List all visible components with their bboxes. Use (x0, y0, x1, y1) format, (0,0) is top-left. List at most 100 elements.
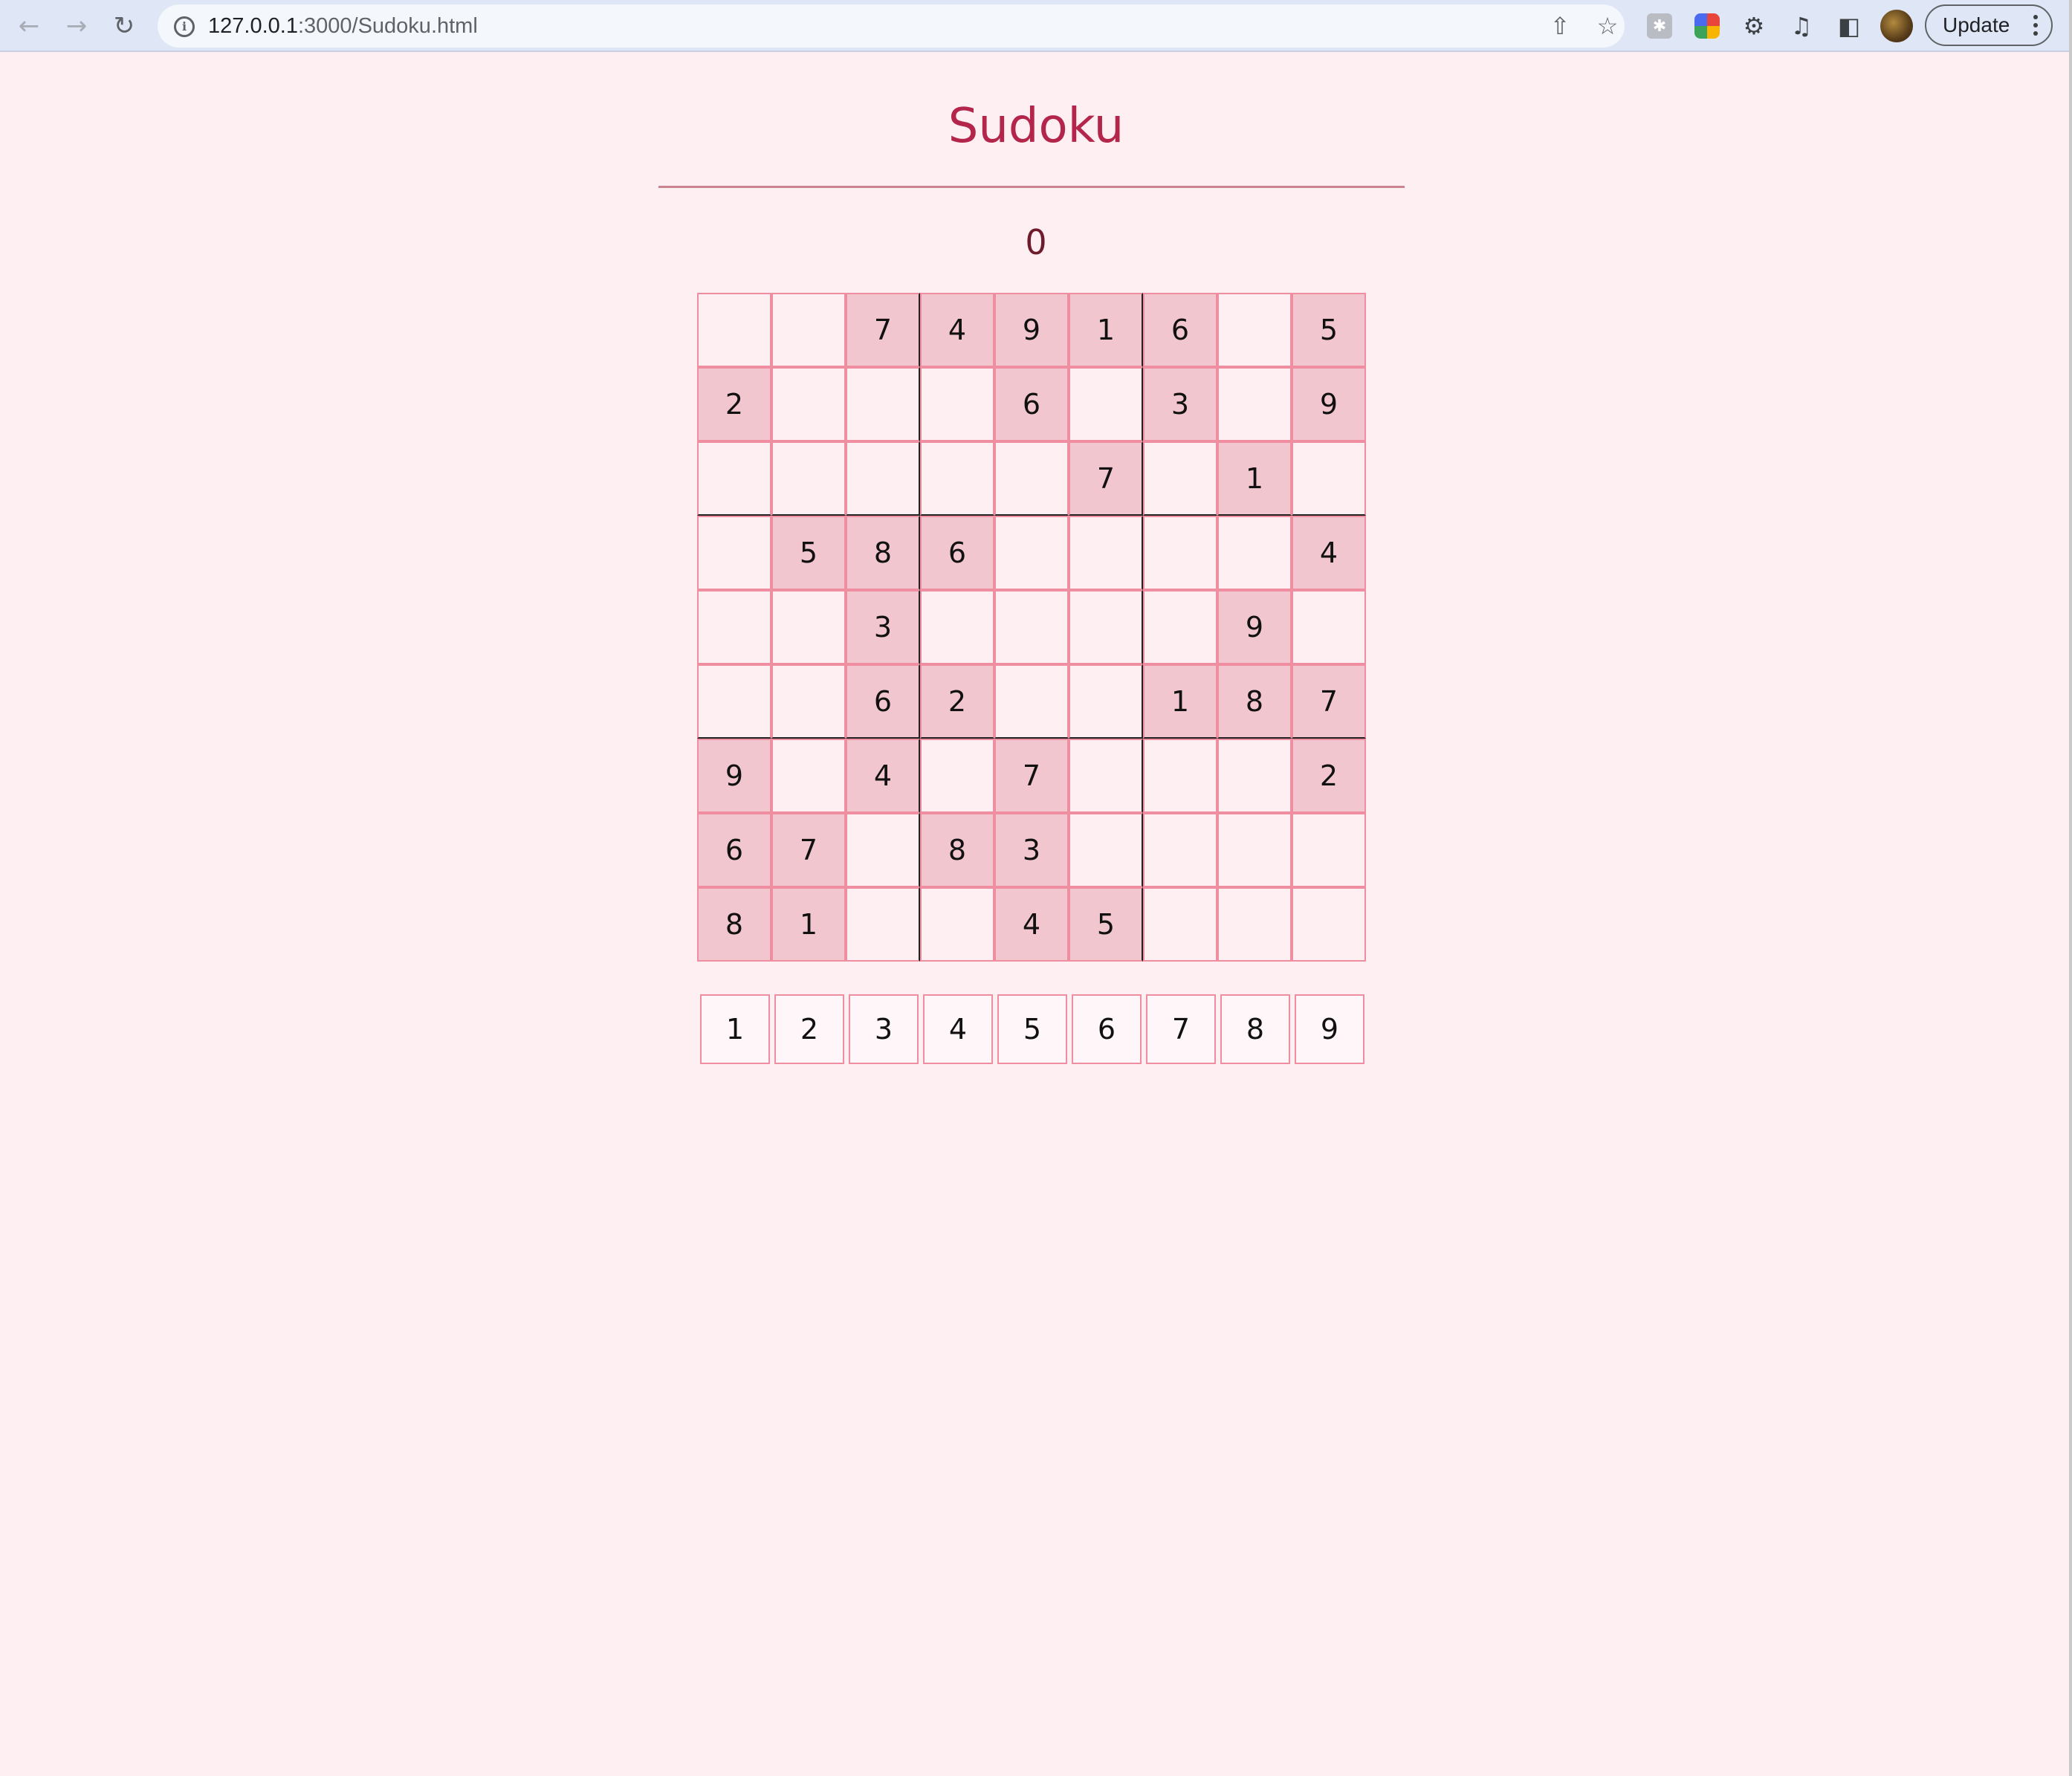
board-cell[interactable]: 9 (1217, 590, 1292, 664)
digit-button[interactable]: 5 (997, 994, 1067, 1064)
board-cell[interactable] (1143, 887, 1217, 962)
board-cell[interactable]: 9 (697, 739, 771, 813)
board-cell[interactable] (1217, 293, 1292, 367)
board-cell[interactable]: 1 (1143, 664, 1217, 739)
board-cell[interactable] (771, 441, 846, 516)
board-cell[interactable] (1069, 664, 1143, 739)
board-cell[interactable]: 8 (846, 516, 920, 590)
board-cell[interactable] (1217, 887, 1292, 962)
board-cell[interactable] (1069, 590, 1143, 664)
share-icon[interactable]: ⇧ (1544, 10, 1576, 42)
board-cell[interactable] (846, 887, 920, 962)
board-cell[interactable] (994, 664, 1069, 739)
board-cell[interactable] (846, 441, 920, 516)
reload-icon[interactable]: ↻ (107, 9, 141, 43)
board-cell[interactable] (697, 293, 771, 367)
board-cell[interactable]: 7 (994, 739, 1069, 813)
board-cell[interactable] (1143, 590, 1217, 664)
digit-button[interactable]: 3 (849, 994, 919, 1064)
board-cell[interactable]: 8 (697, 887, 771, 962)
board-cell[interactable]: 7 (846, 293, 920, 367)
board-cell[interactable]: 6 (994, 367, 1069, 441)
media-icon[interactable]: ♫ (1785, 10, 1818, 42)
digit-button[interactable]: 6 (1072, 994, 1142, 1064)
board-cell[interactable] (771, 739, 846, 813)
board-cell[interactable] (1069, 739, 1143, 813)
board-cell[interactable] (994, 590, 1069, 664)
board-cell[interactable]: 6 (1143, 293, 1217, 367)
board-cell[interactable]: 8 (1217, 664, 1292, 739)
board-cell[interactable] (920, 441, 994, 516)
address-bar[interactable]: i 127.0.0.1:3000/Sudoku.html ⇧ ☆ (158, 4, 1625, 48)
board-cell[interactable] (920, 590, 994, 664)
board-cell[interactable]: 1 (1069, 293, 1143, 367)
board-cell[interactable] (994, 441, 1069, 516)
board-cell[interactable] (1292, 590, 1366, 664)
update-button[interactable]: Update (1925, 4, 2053, 46)
board-cell[interactable]: 2 (920, 664, 994, 739)
board-cell[interactable] (771, 293, 846, 367)
board-cell[interactable]: 6 (920, 516, 994, 590)
star-icon[interactable]: ☆ (1592, 10, 1623, 42)
board-cell[interactable] (771, 590, 846, 664)
board-cell[interactable]: 2 (1292, 739, 1366, 813)
board-cell[interactable] (697, 590, 771, 664)
board-cell[interactable]: 8 (920, 813, 994, 887)
board-cell[interactable]: 4 (920, 293, 994, 367)
board-cell[interactable] (1292, 887, 1366, 962)
board-cell[interactable] (1069, 813, 1143, 887)
board-cell[interactable]: 3 (994, 813, 1069, 887)
board-cell[interactable]: 1 (1217, 441, 1292, 516)
side-panel-icon[interactable]: ◧ (1833, 10, 1865, 42)
board-cell[interactable] (846, 367, 920, 441)
board-cell[interactable] (846, 813, 920, 887)
board-cell[interactable]: 5 (771, 516, 846, 590)
back-icon[interactable]: ← (12, 9, 46, 43)
board-cell[interactable] (697, 441, 771, 516)
board-cell[interactable] (1217, 739, 1292, 813)
board-cell[interactable] (1292, 441, 1366, 516)
digit-button[interactable]: 4 (923, 994, 993, 1064)
puzzle-icon[interactable]: ⚙ (1738, 10, 1770, 42)
digit-button[interactable]: 2 (774, 994, 844, 1064)
board-cell[interactable]: 6 (846, 664, 920, 739)
board-cell[interactable]: 7 (1069, 441, 1143, 516)
kebab-menu-icon[interactable] (2033, 15, 2038, 36)
board-cell[interactable]: 3 (1143, 367, 1217, 441)
board-cell[interactable] (697, 664, 771, 739)
digit-button[interactable]: 1 (700, 994, 770, 1064)
board-cell[interactable] (1217, 367, 1292, 441)
board-cell[interactable] (1292, 813, 1366, 887)
board-cell[interactable] (1143, 516, 1217, 590)
board-cell[interactable]: 3 (846, 590, 920, 664)
board-cell[interactable]: 2 (697, 367, 771, 441)
board-cell[interactable]: 5 (1069, 887, 1143, 962)
extension-icon[interactable]: ✱ (1647, 13, 1672, 39)
board-cell[interactable]: 9 (994, 293, 1069, 367)
url-text[interactable]: 127.0.0.1:3000/Sudoku.html (208, 4, 478, 48)
board-cell[interactable] (920, 367, 994, 441)
board-cell[interactable] (771, 664, 846, 739)
board-cell[interactable] (920, 739, 994, 813)
board-cell[interactable] (1069, 516, 1143, 590)
board-cell[interactable] (994, 516, 1069, 590)
board-cell[interactable] (771, 367, 846, 441)
info-icon[interactable]: i (174, 16, 195, 37)
digit-button[interactable]: 8 (1220, 994, 1290, 1064)
board-cell[interactable] (697, 516, 771, 590)
board-cell[interactable]: 4 (1292, 516, 1366, 590)
avatar[interactable] (1880, 10, 1913, 42)
board-cell[interactable] (1217, 516, 1292, 590)
digit-button[interactable]: 9 (1295, 994, 1364, 1064)
board-cell[interactable]: 6 (697, 813, 771, 887)
board-cell[interactable]: 4 (846, 739, 920, 813)
digit-button[interactable]: 7 (1146, 994, 1216, 1064)
board-cell[interactable] (1143, 813, 1217, 887)
board-cell[interactable] (1143, 739, 1217, 813)
board-cell[interactable] (920, 887, 994, 962)
board-cell[interactable]: 7 (771, 813, 846, 887)
board-cell[interactable] (1143, 441, 1217, 516)
board-cell[interactable]: 4 (994, 887, 1069, 962)
board-cell[interactable]: 1 (771, 887, 846, 962)
board-cell[interactable] (1069, 367, 1143, 441)
